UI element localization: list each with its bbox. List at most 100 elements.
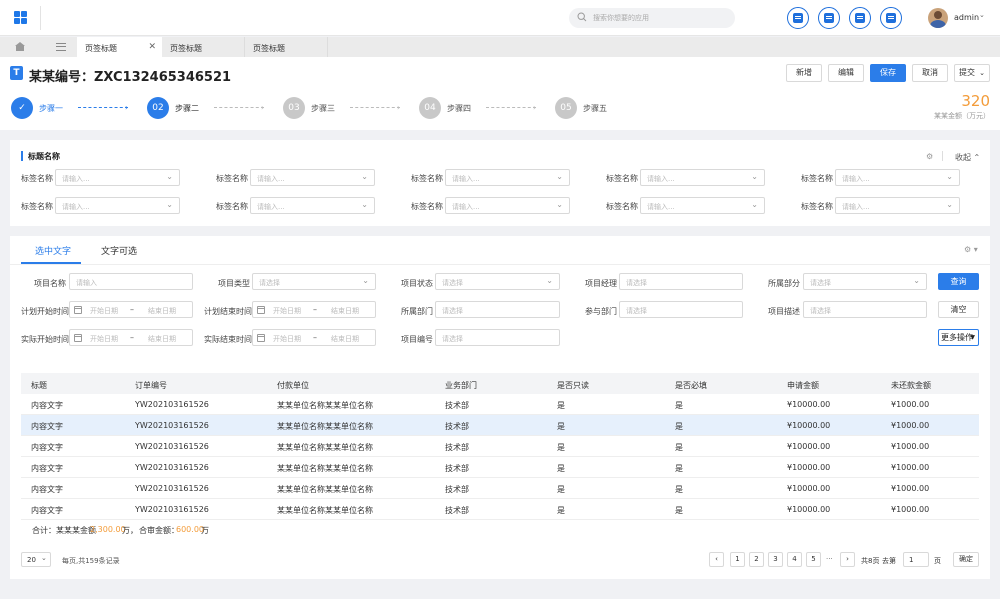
chevron-down-icon: ⌄ bbox=[361, 200, 368, 209]
column-header: 是否只读 bbox=[557, 381, 589, 390]
tab-selected-text[interactable]: 选中文字 bbox=[35, 244, 71, 257]
chevron-down-icon: ⌄ bbox=[946, 172, 953, 181]
column-header: 未还款金额 bbox=[891, 381, 931, 390]
table-cell: 某某单位名称某某单位名称 bbox=[277, 506, 373, 515]
label-own-dept: 所属部门 bbox=[401, 307, 433, 316]
field-select[interactable]: 请输入... ⌄ bbox=[250, 169, 375, 186]
table-row[interactable]: 内容文字 YW202103161526 某某单位名称某某单位名称 技术部 是 是 ¥1000… bbox=[21, 499, 979, 520]
plan-end-date-range[interactable]: 开始日期 – 结束日期 bbox=[252, 301, 376, 318]
page-button[interactable]: 3 bbox=[768, 552, 783, 567]
table-row[interactable]: 内容文字 YW202103161526 某某单位名称某某单位名称 技术部 是 是 ¥1000… bbox=[21, 436, 979, 457]
table-cell: YW202103161526 bbox=[135, 484, 209, 493]
label-project-manager: 项目经理 bbox=[585, 279, 617, 288]
project-no-input[interactable]: 请选择 bbox=[435, 329, 560, 346]
field-select[interactable]: 请输入... ⌄ bbox=[55, 169, 180, 186]
cancel-button[interactable]: 取消 bbox=[912, 64, 948, 82]
own-dept-input[interactable]: 请选择 bbox=[435, 301, 560, 318]
actual-start-date-range[interactable]: 开始日期 – 结束日期 bbox=[69, 329, 193, 346]
column-header: 申请金额 bbox=[787, 381, 819, 390]
query-button[interactable]: 查询 bbox=[938, 273, 979, 290]
page-size-select[interactable]: 20 ⌄ bbox=[21, 552, 51, 567]
table-row[interactable]: 内容文字 YW202103161526 某某单位名称某某单位名称 技术部 是 是 ¥1000… bbox=[21, 457, 979, 478]
placeholder: 请选择 bbox=[810, 307, 831, 315]
step-4-number: 04 bbox=[419, 97, 441, 119]
step-label: 步骤四 bbox=[447, 104, 471, 113]
section-title: 标题名称 bbox=[28, 152, 60, 161]
actual-end-date-range[interactable]: 开始日期 – 结束日期 bbox=[252, 329, 376, 346]
plan-start-date-range[interactable]: 开始日期 – 结束日期 bbox=[69, 301, 193, 318]
add-button[interactable]: 新增 bbox=[786, 64, 822, 82]
dept-select[interactable]: 请选择 ⌄ bbox=[803, 273, 927, 290]
table-cell: 内容文字 bbox=[31, 443, 63, 452]
inbox-button[interactable] bbox=[849, 7, 871, 29]
submit-dropdown-button[interactable]: 提交 ⌄ bbox=[954, 64, 990, 82]
next-page-button[interactable]: › bbox=[840, 552, 855, 567]
label-project-name: 项目名称 bbox=[34, 279, 66, 288]
page-size-value: 20 bbox=[27, 556, 36, 564]
page-button[interactable]: 5 bbox=[806, 552, 821, 567]
field-select[interactable]: 请输入... ⌄ bbox=[835, 169, 960, 186]
field-select[interactable]: 请输入... ⌄ bbox=[445, 169, 570, 186]
clear-button[interactable]: 清空 bbox=[938, 301, 979, 318]
field-select[interactable]: 请输入... ⌄ bbox=[445, 197, 570, 214]
app-grid-icon[interactable] bbox=[14, 11, 27, 24]
search-icon bbox=[577, 12, 587, 22]
tab-optional-text[interactable]: 文字可选 bbox=[101, 244, 137, 257]
end-date: 结束日期 bbox=[331, 307, 359, 315]
project-name-input[interactable]: 请输入 bbox=[69, 273, 193, 290]
page-tab[interactable]: 页签标题 bbox=[162, 37, 245, 57]
search-input[interactable]: 搜索你想要的应用 bbox=[569, 8, 735, 28]
chat-button[interactable] bbox=[787, 7, 809, 29]
page-tab-label: 页签标题 bbox=[253, 44, 285, 53]
collapse-toggle[interactable]: 收起 ⌃ bbox=[955, 152, 980, 163]
field-select[interactable]: 请输入... ⌄ bbox=[250, 197, 375, 214]
page-button[interactable]: 1 bbox=[730, 552, 745, 567]
chevron-down-icon: ⌄ bbox=[751, 172, 758, 181]
edit-button[interactable]: 编辑 bbox=[828, 64, 864, 82]
end-date: 结束日期 bbox=[148, 307, 176, 315]
project-status-select[interactable]: 请选择 ⌄ bbox=[435, 273, 560, 290]
arrow-right-icon: › bbox=[125, 103, 129, 112]
table-cell: 是 bbox=[557, 422, 565, 431]
table-cell: ¥1000.00 bbox=[891, 463, 930, 472]
project-type-select[interactable]: 请选择 ⌄ bbox=[252, 273, 376, 290]
chevron-down-icon[interactable]: ⌄ bbox=[979, 11, 985, 19]
table-cell: ¥10000.00 bbox=[787, 400, 831, 409]
user-name[interactable]: admin bbox=[954, 13, 979, 22]
table-row[interactable]: 内容文字 YW202103161526 某某单位名称某某单位名称 技术部 是 是 ¥1000… bbox=[21, 415, 979, 436]
table-cell: 内容文字 bbox=[31, 422, 63, 431]
settings-icon[interactable]: ⚙ ▾ bbox=[964, 245, 978, 254]
save-button[interactable]: 保存 bbox=[870, 64, 906, 82]
page-button[interactable]: 2 bbox=[749, 552, 764, 567]
page-tab[interactable]: 页签标题 bbox=[245, 37, 328, 57]
table-cell: YW202103161526 bbox=[135, 505, 209, 514]
close-icon[interactable]: ✕ bbox=[148, 42, 156, 52]
table-row[interactable]: 内容文字 YW202103161526 某某单位名称某某单位名称 技术部 是 是 ¥1000… bbox=[21, 478, 979, 499]
field-select[interactable]: 请输入... ⌄ bbox=[640, 169, 765, 186]
field-select[interactable]: 请输入... ⌄ bbox=[835, 197, 960, 214]
prev-page-button[interactable]: ‹ bbox=[709, 552, 724, 567]
page-tab[interactable]: 页签标题 ✕ bbox=[77, 37, 162, 57]
field-select[interactable]: 请输入... ⌄ bbox=[640, 197, 765, 214]
project-desc-input[interactable]: 请选择 bbox=[803, 301, 927, 318]
home-icon[interactable] bbox=[15, 42, 25, 51]
avatar[interactable] bbox=[928, 8, 948, 28]
placeholder: 请输入... bbox=[842, 203, 870, 211]
field-select[interactable]: 请输入... ⌄ bbox=[55, 197, 180, 214]
document-button[interactable] bbox=[818, 7, 840, 29]
section-marker bbox=[21, 151, 23, 161]
chevron-down-icon: ⌄ bbox=[556, 200, 563, 209]
column-header: 业务部门 bbox=[445, 381, 477, 390]
window-button[interactable] bbox=[880, 7, 902, 29]
join-dept-input[interactable]: 请选择 bbox=[619, 301, 743, 318]
project-manager-input[interactable]: 请选择 bbox=[619, 273, 743, 290]
table-cell: 技术部 bbox=[445, 443, 469, 452]
more-actions-button[interactable]: 更多操作 ▼ bbox=[938, 329, 979, 346]
page-button[interactable]: 4 bbox=[787, 552, 802, 567]
menu-icon[interactable] bbox=[56, 43, 66, 51]
table-row[interactable]: 内容文字 YW202103161526 某某单位名称某某单位名称 技术部 是 是 ¥1000… bbox=[21, 394, 979, 415]
settings-icon[interactable]: ⚙ bbox=[926, 152, 933, 161]
field-label: 标签名称 bbox=[411, 202, 443, 211]
goto-confirm-button[interactable]: 确定 bbox=[953, 552, 979, 567]
goto-page-input[interactable]: 1 bbox=[903, 552, 929, 567]
